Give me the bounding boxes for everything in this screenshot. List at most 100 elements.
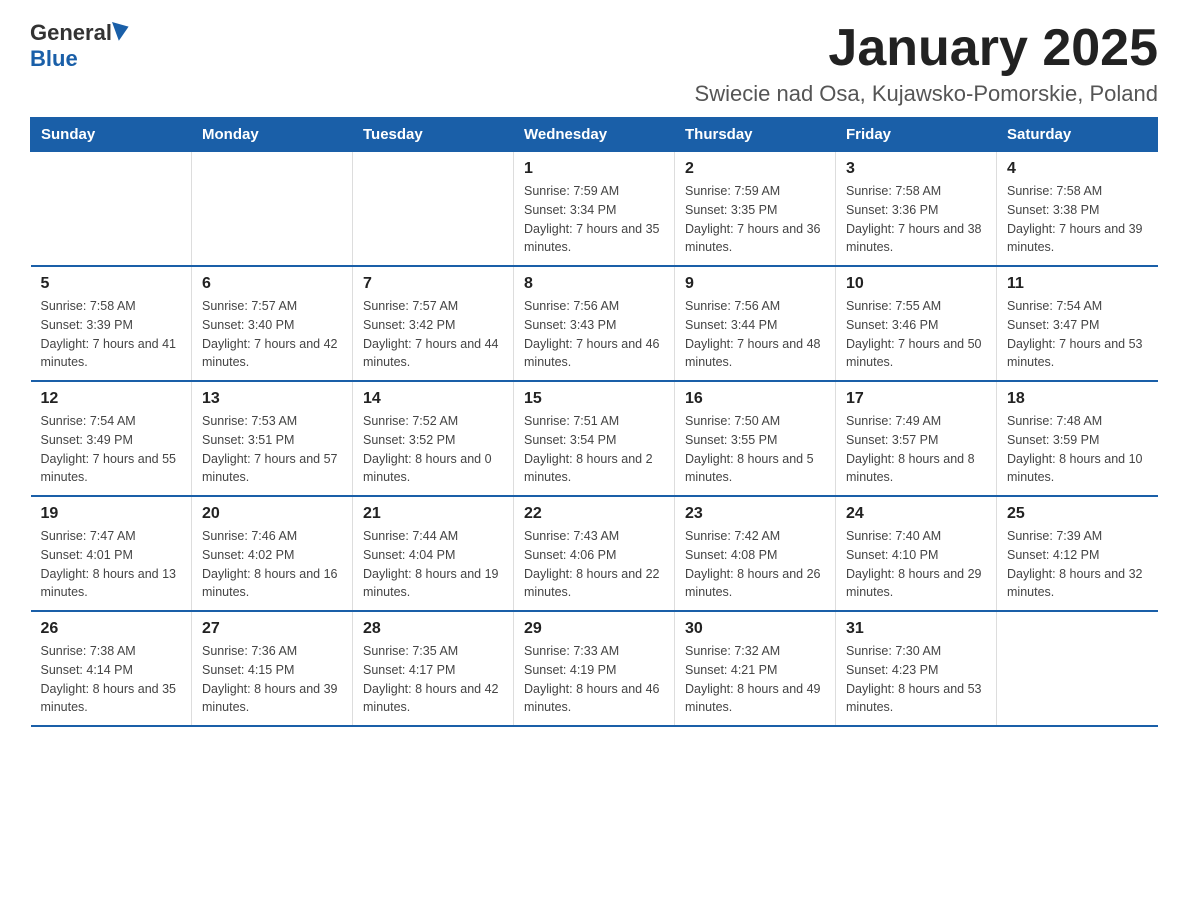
- calendar-cell: 24 Sunrise: 7:40 AM Sunset: 4:10 PM Dayli…: [836, 496, 997, 611]
- day-info: Sunrise: 7:35 AM Sunset: 4:17 PM Dayligh…: [363, 642, 503, 717]
- calendar-cell: 20 Sunrise: 7:46 AM Sunset: 4:02 PM Dayli…: [192, 496, 353, 611]
- day-info: Sunrise: 7:39 AM Sunset: 4:12 PM Dayligh…: [1007, 527, 1148, 602]
- calendar-header-wednesday: Wednesday: [514, 118, 675, 152]
- calendar-cell: 27 Sunrise: 7:36 AM Sunset: 4:15 PM Dayli…: [192, 611, 353, 726]
- calendar-cell: [997, 611, 1158, 726]
- day-number: 17: [846, 390, 986, 408]
- day-info: Sunrise: 7:57 AM Sunset: 3:40 PM Dayligh…: [202, 297, 342, 372]
- calendar-header-sunday: Sunday: [31, 118, 192, 152]
- day-number: 28: [363, 620, 503, 638]
- calendar-cell: 11Sunrise: 7:54 AM Sunset: 3:47 PM Dayli…: [997, 266, 1158, 381]
- day-info: Sunrise: 7:36 AM Sunset: 4:15 PM Dayligh…: [202, 642, 342, 717]
- day-number: 29: [524, 620, 664, 638]
- calendar-cell: 3 Sunrise: 7:58 AM Sunset: 3:36 PM Daylig…: [836, 152, 997, 267]
- calendar-cell: 19 Sunrise: 7:47 AM Sunset: 4:01 PM Dayli…: [31, 496, 192, 611]
- calendar-cell: 7Sunrise: 7:57 AM Sunset: 3:42 PM Daylig…: [353, 266, 514, 381]
- calendar-table: SundayMondayTuesdayWednesdayThursdayFrid…: [30, 117, 1158, 727]
- day-info: Sunrise: 7:44 AM Sunset: 4:04 PM Dayligh…: [363, 527, 503, 602]
- calendar-week-row: 5 Sunrise: 7:58 AM Sunset: 3:39 PM Daylig…: [31, 266, 1158, 381]
- day-number: 10: [846, 275, 986, 293]
- calendar-cell: 13 Sunrise: 7:53 AM Sunset: 3:51 PM Dayli…: [192, 381, 353, 496]
- page-subtitle: Swiecie nad Osa, Kujawsko-Pomorskie, Pol…: [695, 81, 1158, 107]
- calendar-cell: 21Sunrise: 7:44 AM Sunset: 4:04 PM Dayli…: [353, 496, 514, 611]
- calendar-week-row: 1 Sunrise: 7:59 AM Sunset: 3:34 PM Daylig…: [31, 152, 1158, 267]
- calendar-cell: 17 Sunrise: 7:49 AM Sunset: 3:57 PM Dayli…: [836, 381, 997, 496]
- day-info: Sunrise: 7:43 AM Sunset: 4:06 PM Dayligh…: [524, 527, 664, 602]
- day-number: 7: [363, 275, 503, 293]
- calendar-cell: 12 Sunrise: 7:54 AM Sunset: 3:49 PM Dayli…: [31, 381, 192, 496]
- calendar-week-row: 12 Sunrise: 7:54 AM Sunset: 3:49 PM Dayli…: [31, 381, 1158, 496]
- calendar-header-row: SundayMondayTuesdayWednesdayThursdayFrid…: [31, 118, 1158, 152]
- page-title: January 2025: [695, 20, 1158, 77]
- day-number: 25: [1007, 505, 1148, 523]
- title-block: January 2025 Swiecie nad Osa, Kujawsko-P…: [695, 20, 1158, 107]
- day-info: Sunrise: 7:53 AM Sunset: 3:51 PM Dayligh…: [202, 412, 342, 487]
- day-number: 20: [202, 505, 342, 523]
- day-number: 31: [846, 620, 986, 638]
- day-info: Sunrise: 7:51 AM Sunset: 3:54 PM Dayligh…: [524, 412, 664, 487]
- calendar-cell: 22 Sunrise: 7:43 AM Sunset: 4:06 PM Dayli…: [514, 496, 675, 611]
- calendar-cell: 1 Sunrise: 7:59 AM Sunset: 3:34 PM Daylig…: [514, 152, 675, 267]
- calendar-header-thursday: Thursday: [675, 118, 836, 152]
- day-info: Sunrise: 7:38 AM Sunset: 4:14 PM Dayligh…: [41, 642, 182, 717]
- day-info: Sunrise: 7:30 AM Sunset: 4:23 PM Dayligh…: [846, 642, 986, 717]
- day-info: Sunrise: 7:40 AM Sunset: 4:10 PM Dayligh…: [846, 527, 986, 602]
- calendar-cell: 16 Sunrise: 7:50 AM Sunset: 3:55 PM Dayli…: [675, 381, 836, 496]
- day-info: Sunrise: 7:58 AM Sunset: 3:36 PM Dayligh…: [846, 182, 986, 257]
- calendar-cell: 25 Sunrise: 7:39 AM Sunset: 4:12 PM Dayli…: [997, 496, 1158, 611]
- day-number: 26: [41, 620, 182, 638]
- day-info: Sunrise: 7:50 AM Sunset: 3:55 PM Dayligh…: [685, 412, 825, 487]
- calendar-cell: [192, 152, 353, 267]
- logo-general-text: General: [30, 20, 112, 46]
- day-info: Sunrise: 7:32 AM Sunset: 4:21 PM Dayligh…: [685, 642, 825, 717]
- day-info: Sunrise: 7:56 AM Sunset: 3:43 PM Dayligh…: [524, 297, 664, 372]
- day-info: Sunrise: 7:59 AM Sunset: 3:34 PM Dayligh…: [524, 182, 664, 257]
- day-number: 2: [685, 160, 825, 178]
- day-info: Sunrise: 7:52 AM Sunset: 3:52 PM Dayligh…: [363, 412, 503, 487]
- day-info: Sunrise: 7:54 AM Sunset: 3:49 PM Dayligh…: [41, 412, 182, 487]
- calendar-cell: 15Sunrise: 7:51 AM Sunset: 3:54 PM Dayli…: [514, 381, 675, 496]
- calendar-header-tuesday: Tuesday: [353, 118, 514, 152]
- calendar-cell: 14Sunrise: 7:52 AM Sunset: 3:52 PM Dayli…: [353, 381, 514, 496]
- day-info: Sunrise: 7:47 AM Sunset: 4:01 PM Dayligh…: [41, 527, 182, 602]
- day-info: Sunrise: 7:42 AM Sunset: 4:08 PM Dayligh…: [685, 527, 825, 602]
- calendar-cell: [353, 152, 514, 267]
- calendar-cell: 31 Sunrise: 7:30 AM Sunset: 4:23 PM Dayli…: [836, 611, 997, 726]
- calendar-cell: 2 Sunrise: 7:59 AM Sunset: 3:35 PM Daylig…: [675, 152, 836, 267]
- calendar-cell: 18Sunrise: 7:48 AM Sunset: 3:59 PM Dayli…: [997, 381, 1158, 496]
- day-number: 6: [202, 275, 342, 293]
- calendar-cell: 10Sunrise: 7:55 AM Sunset: 3:46 PM Dayli…: [836, 266, 997, 381]
- day-info: Sunrise: 7:59 AM Sunset: 3:35 PM Dayligh…: [685, 182, 825, 257]
- calendar-cell: 8 Sunrise: 7:56 AM Sunset: 3:43 PM Daylig…: [514, 266, 675, 381]
- day-info: Sunrise: 7:33 AM Sunset: 4:19 PM Dayligh…: [524, 642, 664, 717]
- calendar-cell: 30 Sunrise: 7:32 AM Sunset: 4:21 PM Dayli…: [675, 611, 836, 726]
- day-number: 5: [41, 275, 182, 293]
- day-number: 9: [685, 275, 825, 293]
- day-info: Sunrise: 7:49 AM Sunset: 3:57 PM Dayligh…: [846, 412, 986, 487]
- calendar-cell: 26 Sunrise: 7:38 AM Sunset: 4:14 PM Dayli…: [31, 611, 192, 726]
- calendar-week-row: 19 Sunrise: 7:47 AM Sunset: 4:01 PM Dayli…: [31, 496, 1158, 611]
- day-info: Sunrise: 7:58 AM Sunset: 3:39 PM Dayligh…: [41, 297, 182, 372]
- day-number: 8: [524, 275, 664, 293]
- day-info: Sunrise: 7:54 AM Sunset: 3:47 PM Dayligh…: [1007, 297, 1148, 372]
- day-number: 16: [685, 390, 825, 408]
- day-info: Sunrise: 7:58 AM Sunset: 3:38 PM Dayligh…: [1007, 182, 1148, 257]
- day-number: 27: [202, 620, 342, 638]
- day-info: Sunrise: 7:46 AM Sunset: 4:02 PM Dayligh…: [202, 527, 342, 602]
- day-number: 3: [846, 160, 986, 178]
- day-number: 22: [524, 505, 664, 523]
- calendar-cell: 23Sunrise: 7:42 AM Sunset: 4:08 PM Dayli…: [675, 496, 836, 611]
- day-number: 19: [41, 505, 182, 523]
- day-info: Sunrise: 7:56 AM Sunset: 3:44 PM Dayligh…: [685, 297, 825, 372]
- day-number: 30: [685, 620, 825, 638]
- day-info: Sunrise: 7:48 AM Sunset: 3:59 PM Dayligh…: [1007, 412, 1148, 487]
- day-number: 24: [846, 505, 986, 523]
- day-number: 12: [41, 390, 182, 408]
- day-number: 13: [202, 390, 342, 408]
- calendar-cell: 9 Sunrise: 7:56 AM Sunset: 3:44 PM Daylig…: [675, 266, 836, 381]
- day-number: 1: [524, 160, 664, 178]
- calendar-cell: 4Sunrise: 7:58 AM Sunset: 3:38 PM Daylig…: [997, 152, 1158, 267]
- calendar-header-friday: Friday: [836, 118, 997, 152]
- logo-arrow-icon: [112, 17, 132, 41]
- calendar-header-monday: Monday: [192, 118, 353, 152]
